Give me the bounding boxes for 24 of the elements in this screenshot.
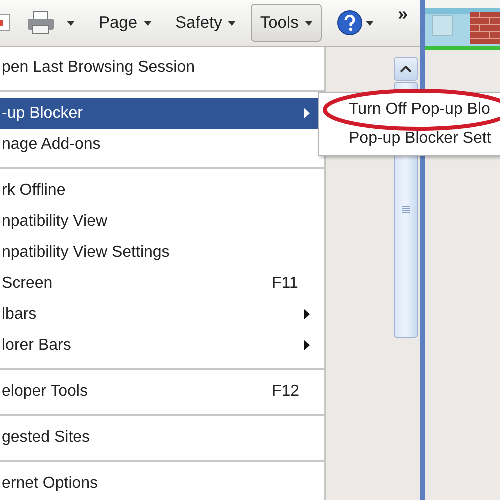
grip-icon bbox=[402, 206, 410, 214]
toolbar-menu-button[interactable]: Safety bbox=[166, 4, 246, 42]
caret-icon bbox=[67, 20, 75, 26]
menu-item[interactable]: eloper Tools F12 bbox=[0, 376, 324, 407]
menu-item[interactable]: lbars bbox=[0, 299, 324, 330]
menu-item[interactable]: gested Sites bbox=[0, 422, 324, 453]
page-icon bbox=[0, 14, 11, 32]
help-icon bbox=[336, 10, 363, 36]
menu-item[interactable]: lorer Bars bbox=[0, 330, 324, 361]
scroll-up-button[interactable] bbox=[394, 57, 418, 81]
menu-item[interactable]: ernet Options bbox=[0, 468, 324, 499]
caret-icon bbox=[144, 20, 152, 26]
printer-icon bbox=[27, 11, 55, 35]
caret-icon bbox=[366, 20, 374, 26]
menu-item[interactable]: rk Offline bbox=[0, 175, 324, 206]
menu-item[interactable]: npatibility View Settings bbox=[0, 237, 324, 268]
more-tools-button[interactable]: » bbox=[394, 4, 412, 25]
menu-item[interactable]: npatibility View bbox=[0, 206, 324, 237]
toolbar-menu-button[interactable]: Page bbox=[90, 4, 161, 42]
menu-item[interactable]: Screen F11 bbox=[0, 268, 324, 299]
caret-icon bbox=[228, 20, 236, 26]
toolbar-menu-button[interactable]: Tools bbox=[251, 4, 322, 42]
caret-icon bbox=[304, 20, 313, 26]
menu-item[interactable]: pen Last Browsing Session bbox=[0, 52, 324, 83]
